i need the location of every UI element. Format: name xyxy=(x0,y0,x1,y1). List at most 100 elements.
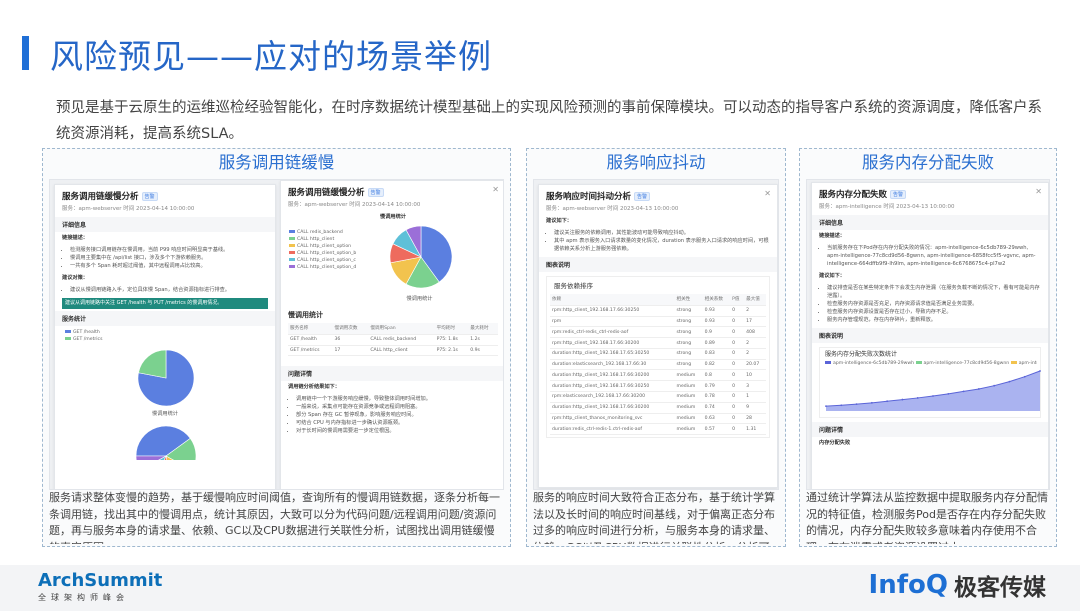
table-cell: 0 xyxy=(730,380,745,393)
table-cell: 20.07 xyxy=(744,359,766,371)
close-icon[interactable]: ✕ xyxy=(492,185,499,194)
table-cell: rpm:redis_ctrl-redis_ctrl-redis-aof xyxy=(550,326,675,339)
archsummit-subtitle: 全球架构师峰会 xyxy=(38,593,129,602)
table-row[interactable]: duration:redis_ctrl-redis-1.ctrl-redis-a… xyxy=(550,423,766,436)
list-item: 一共有多个 Span 耗时超过阈值，其中远程调用占比较高。 xyxy=(70,262,268,270)
memory-chart-card: 服务内存分配失败次数统计 apm-intelligence-6c5db789-2… xyxy=(819,347,1041,418)
issue-list: 调用链中一个下游服务响应缓慢，导致整体调用时间增加。 一般来说，采集点可能存在资… xyxy=(281,393,503,437)
pie-section: CALL redis_backend CALL http_client CALL… xyxy=(281,223,503,293)
window-meta: 服务：apm-intelligence 时间 2023-04-13 10:00:… xyxy=(819,204,955,210)
table-cell: 0 xyxy=(730,413,745,425)
pie-slice-get-metrics xyxy=(138,349,167,379)
section-detail: 详细信息 xyxy=(55,217,275,232)
table-cell: duration:redis_ctrl-redis-1.ctrl-redis-a… xyxy=(550,423,675,436)
pie-chart-slow-calls xyxy=(137,349,195,407)
pie-chart-call-distribution xyxy=(389,225,453,289)
sub-heading: 建议对策： xyxy=(62,275,88,281)
memory-failure-area-chart xyxy=(825,370,1041,411)
data-point xyxy=(1039,370,1041,372)
panel-memory-allocation-failure: 服务内存分配失败 服务内存分配失败 告警 ✕ 服务：apm-intelligence… xyxy=(799,148,1057,547)
pie-chart-slow-calls-secondary xyxy=(135,425,197,460)
issue-title: 调用链分析结果如下： xyxy=(288,384,340,391)
table-cell: medium xyxy=(674,369,703,382)
infoq-logo: InfoQ 极客传媒 xyxy=(869,568,1046,602)
data-point xyxy=(1023,375,1026,378)
table-cell: 0.63 xyxy=(702,413,731,425)
table-row[interactable]: rpm:redis_ctrl-redis_ctrl-redis-aof stron… xyxy=(550,326,766,339)
table-row[interactable]: GET /health 36 CALL redis_backend P75: 1.8s… xyxy=(288,334,498,346)
panel-screenshot-area: 服务调用链缓慢分析 告警 服务：apm-webserver 时间 2023-04-… xyxy=(49,179,504,490)
table-row[interactable]: rpm:elasticsearch_192.168.17.66:30200 med… xyxy=(550,391,766,403)
list-item: 一般来说，采集点可能存在资源竞争或远程调用阻塞。 xyxy=(296,403,498,411)
analysis-window-slow-call: 服务调用链缓慢分析 告警 服务：apm-webserver 时间 2023-04-… xyxy=(54,184,276,489)
table-cell: strong xyxy=(674,305,703,317)
panel-title: 服务调用链缓慢 xyxy=(218,153,335,172)
list-item: 其中 apm 表示服务入口请求数量的变化情况，duration 表示服务入口请求… xyxy=(554,237,770,253)
table-cell: strong xyxy=(674,359,703,371)
table-row[interactable]: duration:http_client_192.168.17.66:30200… xyxy=(550,369,766,382)
table-cell: rpm:http_client_192.168.17.66:30200 xyxy=(550,337,675,349)
table-cell: 2 xyxy=(744,348,766,360)
panel-description: 服务的响应时间大致符合正态分布，基于统计学算法以及长时间的响应时间基线，对于偏离… xyxy=(533,491,775,544)
table-row[interactable]: duration:http_client_192.168.17.65:30250… xyxy=(550,348,766,360)
infoq-wordmark: InfoQ xyxy=(868,570,948,600)
table-cell: 0.78 xyxy=(702,391,731,403)
close-icon[interactable]: ✕ xyxy=(764,189,771,198)
section-issue: 问题详情 xyxy=(812,422,1048,437)
panel-description: 服务请求整体变慢的趋势，基于缓慢响应时间阈值，查询所有的慢调用链数据，逐条分析每… xyxy=(49,491,500,544)
close-icon[interactable]: ✕ xyxy=(1035,187,1042,196)
window-meta: 服务：apm-webserver 时间 2023-04-13 10:00:00 xyxy=(546,206,679,212)
table-cell: rpm xyxy=(550,316,675,328)
table-cell: duration:http_client_192.168.17.66:30200 xyxy=(550,402,675,414)
list-item: 检查服务内存资源是否充足，内存资源请求值是否满足业务需要。 xyxy=(827,300,1041,308)
data-point xyxy=(886,400,889,403)
status-tag: 告警 xyxy=(890,190,907,199)
table-cell: 3 xyxy=(744,380,766,393)
list-item: 调用链中一个下游服务响应缓慢，导致整体调用时间增加。 xyxy=(296,395,498,403)
section-chart: 图表说明 xyxy=(539,257,777,272)
panel-screenshot-area: 服务内存分配失败 告警 ✕ 服务：apm-intelligence 时间 2023-… xyxy=(806,179,1050,490)
analysis-window-memory: 服务内存分配失败 告警 ✕ 服务：apm-intelligence 时间 2023-… xyxy=(811,182,1049,489)
table-cell: 0 xyxy=(730,423,745,436)
table-cell: 17 xyxy=(744,316,766,328)
section-chart: 图表说明 xyxy=(812,328,1048,343)
table-cell: rpm:http_client_thanos_monitoring_svc xyxy=(550,413,675,425)
table-row[interactable]: GET /metrics 17 CALL http_client P75: 2.1s 0… xyxy=(288,345,498,357)
chart-heading: 慢调用统计 xyxy=(380,214,406,220)
list-item: 慢调用主要集中在 /api/list 接口，涉及多个下游依赖服务。 xyxy=(70,254,268,262)
table-cell: 1.31 xyxy=(744,423,766,436)
table-row[interactable]: duration:elasticsearch_192.168.17.66:30 s… xyxy=(550,359,766,371)
table-row[interactable]: duration:http_client_192.168.17.66:30250… xyxy=(550,380,766,393)
table-row[interactable]: rpm:http_client_192.168.17.66:30250 stron… xyxy=(550,305,766,317)
table-cell: strong xyxy=(674,348,703,360)
highlighted-suggestion: 建议从调用链路中关注 GET /health 与 PUT /metrics 的慢… xyxy=(62,298,268,309)
window-title: 服务响应时间抖动分析 告警 ✕ xyxy=(546,189,771,202)
table-row[interactable]: rpm strong 0.93 0 17 xyxy=(550,316,766,328)
data-point xyxy=(962,390,965,393)
list-item: 当前服务存在下Pod存在内存分配失败的情况：apm-intelligence-6… xyxy=(827,244,1041,268)
data-point xyxy=(1008,380,1011,383)
table-row[interactable]: rpm:http_client_thanos_monitoring_svc med… xyxy=(550,413,766,425)
legend-item: GET /metrics xyxy=(65,336,265,343)
sub-heading: 链接描述： xyxy=(819,233,845,239)
status-tag: 告警 xyxy=(634,192,651,201)
list-item: 检查服务内存资源设置是否存在过小，导致内存不足。 xyxy=(827,308,1041,316)
chart-legend: apm-intelligence-6c5db789-29wwh apm-inte… xyxy=(823,359,1037,368)
table-row[interactable]: duration:http_client_192.168.17.66:30200… xyxy=(550,402,766,414)
table-cell: 0 xyxy=(730,391,745,403)
table-cell: 0.8 xyxy=(702,369,731,382)
data-point xyxy=(947,392,950,395)
data-point xyxy=(855,403,858,406)
window-meta: 服务：apm-webserver 时间 2023-04-14 10:00:00 xyxy=(62,206,195,212)
page-title: 风险预见——应对的场景举例 xyxy=(50,37,492,76)
data-point xyxy=(825,405,827,408)
table-row[interactable]: rpm:http_client_192.168.17.66:30200 stron… xyxy=(550,337,766,349)
legend-item: apm-intelligence-6c5db789-29wwh xyxy=(825,361,914,366)
list-item: 服务内存管理规范，存在内存碎片，重新释放。 xyxy=(827,316,1041,324)
section-detail: 详细信息 xyxy=(812,215,1048,230)
sub-heading: 建议如下： xyxy=(546,218,572,224)
table-cell: medium xyxy=(674,391,703,403)
table-cell: 0.74 xyxy=(702,402,731,414)
table-cell: duration:elasticsearch_192.168.17.66:30 xyxy=(550,359,675,371)
list-item: 可结合 CPU 与内存指标进一步确认资源瓶颈。 xyxy=(296,419,498,427)
